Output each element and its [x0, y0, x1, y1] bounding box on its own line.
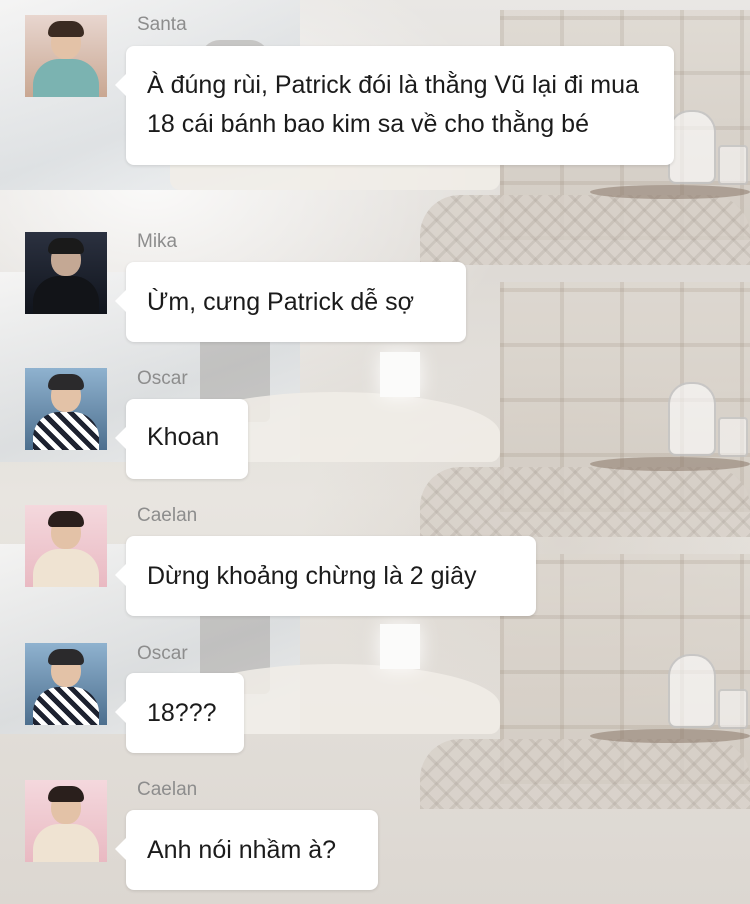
message-bubble[interactable]: Ừm, cưng Patrick dễ sợ — [115, 262, 466, 342]
sender-name: Caelan — [137, 779, 198, 800]
sender-name: Oscar — [137, 368, 188, 389]
oscar-avatar[interactable] — [25, 643, 107, 725]
message-bubble[interactable]: Khoan — [115, 399, 248, 479]
sender-name: Caelan — [137, 505, 198, 526]
message-bubble[interactable]: Anh nói nhầm à? — [115, 810, 378, 890]
sender-name: Oscar — [137, 643, 188, 664]
oscar-avatar[interactable] — [25, 368, 107, 450]
message-text: Ừm, cưng Patrick dễ sợ — [147, 288, 415, 316]
chat-thread: Santa À đúng rùi, Patrick đói là thằng V… — [0, 0, 750, 904]
message-text: Dừng khoảng chừng là 2 giây — [147, 562, 477, 590]
message-bubble[interactable]: À đúng rùi, Patrick đói là thằng Vũ lại … — [115, 46, 674, 165]
sender-name: Mika — [137, 231, 178, 252]
sender-name: Santa — [137, 14, 187, 35]
santa-avatar[interactable] — [25, 15, 107, 97]
message-text: Anh nói nhầm à? — [147, 836, 337, 864]
message-bubble[interactable]: Dừng khoảng chừng là 2 giây — [115, 536, 536, 616]
message-text: Khoan — [147, 423, 220, 451]
message-text: À đúng rùi, Patrick đói là thằng Vũ lại … — [147, 71, 639, 138]
message-text: 18??? — [147, 699, 217, 727]
message-bubble[interactable]: 18??? — [115, 673, 244, 753]
mika-avatar[interactable] — [25, 232, 107, 314]
caelan-avatar[interactable] — [25, 505, 107, 587]
caelan-avatar[interactable] — [25, 780, 107, 862]
